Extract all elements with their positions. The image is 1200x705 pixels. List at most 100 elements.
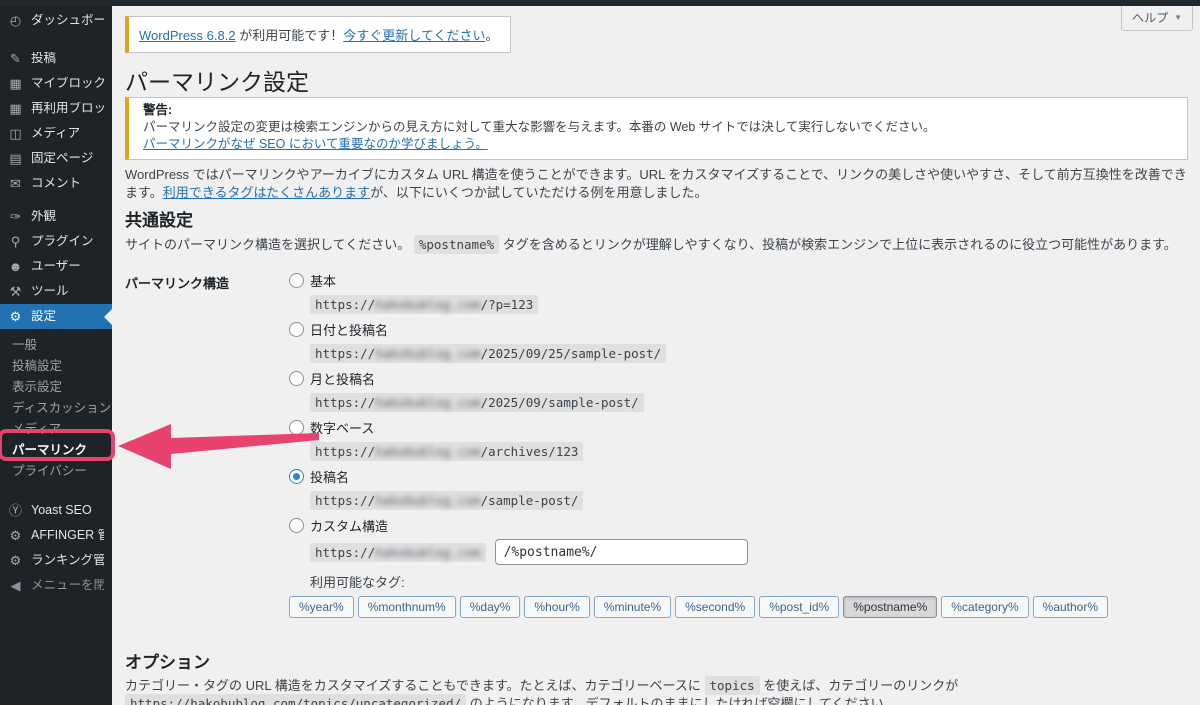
sidebar-item-my-blocks[interactable]: ▦ マイブロック <box>0 71 112 96</box>
update-now-link[interactable]: 今すぐ更新してください <box>343 28 485 43</box>
warning-label: 警告: <box>143 102 1173 119</box>
example-url: https://hakobublog.com/2025/09/25/sample… <box>310 344 1188 363</box>
sidebar-item-reusable-blocks[interactable]: ▦ 再利用ブロック <box>0 96 112 121</box>
radio-button[interactable] <box>289 518 304 533</box>
wordpress-version-link[interactable]: WordPress 6.8.2 <box>139 28 236 43</box>
page-icon: ▤ <box>8 152 23 165</box>
sidebar-item-label: メディア <box>31 127 80 140</box>
sidebar-item-users[interactable]: ☻ ユーザー <box>0 254 112 279</box>
sidebar-item-appearance[interactable]: ✑ 外観 <box>0 204 112 229</box>
submenu-item-reading[interactable]: 表示設定 <box>0 377 112 398</box>
sidebar-item-collapse-menu[interactable]: ◀ メニューを閉じる <box>0 573 112 598</box>
radio-option-numeric[interactable]: 数字ベース <box>289 419 1188 436</box>
options-text-1: カテゴリー・タグの URL 構造をカスタマイズすることもできます。たとえば、カテ… <box>125 678 705 693</box>
submenu-item-permalinks[interactable]: パーマリンク <box>0 440 112 461</box>
tag-buttons-row: %year% %monthnum% %day% %hour% %minute% … <box>289 596 1188 618</box>
sidebar-item-plugins[interactable]: ⚲ プラグイン <box>0 229 112 254</box>
tag-button-day[interactable]: %day% <box>460 596 521 618</box>
blurred-domain: hakobublog.com <box>375 346 480 361</box>
dashboard-icon: ◴ <box>8 14 23 27</box>
tag-button-minute[interactable]: %minute% <box>594 596 671 618</box>
blurred-domain: hakobublog.com <box>375 545 480 560</box>
media-icon: ◫ <box>8 127 23 140</box>
tag-button-second[interactable]: %second% <box>675 596 755 618</box>
tag-button-hour[interactable]: %hour% <box>524 596 589 618</box>
common-settings-heading: 共通設定 <box>125 210 1188 232</box>
sidebar-item-label: プラグイン <box>31 235 94 248</box>
radio-button-selected[interactable] <box>289 469 304 484</box>
current-menu-arrow <box>104 309 112 325</box>
submenu-item-privacy[interactable]: プライバシー <box>0 461 112 482</box>
url-path: /sample-post/ <box>481 493 579 508</box>
radio-option-custom[interactable]: カスタム構造 <box>289 517 1188 534</box>
url-scheme: https:// <box>315 545 375 560</box>
submenu-item-media[interactable]: メディア <box>0 419 112 440</box>
sidebar-item-label: 再利用ブロック <box>31 102 104 115</box>
url-path: /2025/09/sample-post/ <box>481 395 639 410</box>
page-title: パーマリンク設定 <box>125 67 1188 97</box>
chevron-down-icon: ▼ <box>1174 13 1182 22</box>
available-tags-link[interactable]: 利用できるタグはたくさんあります <box>163 185 370 200</box>
sidebar-item-settings[interactable]: ⚙ 設定 <box>0 304 112 329</box>
radio-option-day-name[interactable]: 日付と投稿名 <box>289 321 1188 338</box>
pin-icon: ✎ <box>8 52 23 65</box>
sidebar-item-comments[interactable]: ✉ コメント <box>0 171 112 196</box>
radio-label: 日付と投稿名 <box>310 320 388 339</box>
tag-button-monthnum[interactable]: %monthnum% <box>358 596 456 618</box>
help-button[interactable]: ヘルプ ▼ <box>1121 6 1193 31</box>
sidebar-item-label: マイブロック <box>31 77 104 90</box>
sidebar-item-label: ダッシュボード <box>31 14 104 27</box>
example-url: https://hakobublog.com/archives/123 <box>310 442 1188 461</box>
gear-icon: ⚙ <box>8 554 23 567</box>
submenu-item-general[interactable]: 一般 <box>0 335 112 356</box>
url-scheme: https:// <box>315 346 375 361</box>
radio-button[interactable] <box>289 273 304 288</box>
brush-icon: ✑ <box>8 210 23 223</box>
url-path: /archives/123 <box>481 444 579 459</box>
custom-structure-input[interactable] <box>495 539 748 565</box>
options-paragraph: カテゴリー・タグの URL 構造をカスタマイズすることもできます。たとえば、カテ… <box>125 677 1188 705</box>
submenu-item-discussion[interactable]: ディスカッション <box>0 398 112 419</box>
intro-text-tail: が、以下にいくつか試していただける例を用意しました。 <box>370 185 707 200</box>
radio-label: 基本 <box>310 271 336 290</box>
radio-option-post-name[interactable]: 投稿名 <box>289 468 1188 485</box>
settings-gear-icon: ⚙ <box>8 310 23 323</box>
sidebar-item-label: ランキング管理 <box>31 554 104 567</box>
sidebar-item-label: Yoast SEO <box>31 504 92 517</box>
radio-button[interactable] <box>289 420 304 435</box>
radio-option-plain[interactable]: 基本 <box>289 272 1188 289</box>
permalink-structure-form: パーマリンク構造 基本 https://hakobublog.com/?p=12… <box>125 272 1188 618</box>
tag-button-post-id[interactable]: %post_id% <box>759 596 839 618</box>
warning-body: パーマリンク設定の変更は検索エンジンからの見え方に対して重大な影響を与えます。本… <box>143 119 1173 136</box>
submenu-item-writing[interactable]: 投稿設定 <box>0 356 112 377</box>
tag-button-category[interactable]: %category% <box>941 596 1028 618</box>
sidebar-item-media[interactable]: ◫ メディア <box>0 121 112 146</box>
top-bar <box>0 0 1200 6</box>
yoast-icon: Ⓨ <box>8 504 23 517</box>
sidebar-item-yoast-seo[interactable]: Ⓨ Yoast SEO <box>0 498 112 523</box>
radio-button[interactable] <box>289 371 304 386</box>
radio-option-month-name[interactable]: 月と投稿名 <box>289 370 1188 387</box>
tag-button-year[interactable]: %year% <box>289 596 354 618</box>
example-url: https://hakobublog.com/sample-post/ <box>310 491 1188 510</box>
seo-learn-more-link[interactable]: パーマリンクがなぜ SEO において重要なのか学びましょう。 <box>143 137 488 151</box>
sidebar-item-pages[interactable]: ▤ 固定ページ <box>0 146 112 171</box>
help-label: ヘルプ <box>1132 9 1168 26</box>
tag-button-postname-active[interactable]: %postname% <box>843 596 937 618</box>
sidebar-item-posts[interactable]: ✎ 投稿 <box>0 46 112 71</box>
url-scheme: https:// <box>315 297 375 312</box>
url-scheme: https:// <box>315 444 375 459</box>
comment-bubble-icon: ✉ <box>8 177 23 190</box>
tag-button-author[interactable]: %author% <box>1033 596 1108 618</box>
sidebar-item-dashboard[interactable]: ◴ ダッシュボード <box>0 8 112 33</box>
sidebar-item-affinger[interactable]: ⚙ AFFINGER 管理 <box>0 523 112 548</box>
sidebar-item-label: 外観 <box>31 210 56 223</box>
url-scheme: https:// <box>315 493 375 508</box>
blocks-icon: ▦ <box>8 77 23 90</box>
sidebar-item-ranking[interactable]: ⚙ ランキング管理 <box>0 548 112 573</box>
url-path: /?p=123 <box>481 297 534 312</box>
options-text-3: のようになります。デフォルトのままにしたければ空欄にしてください。 <box>466 696 897 705</box>
radio-button[interactable] <box>289 322 304 337</box>
sidebar-item-tools[interactable]: ⚒ ツール <box>0 279 112 304</box>
menu-separator <box>0 196 112 204</box>
